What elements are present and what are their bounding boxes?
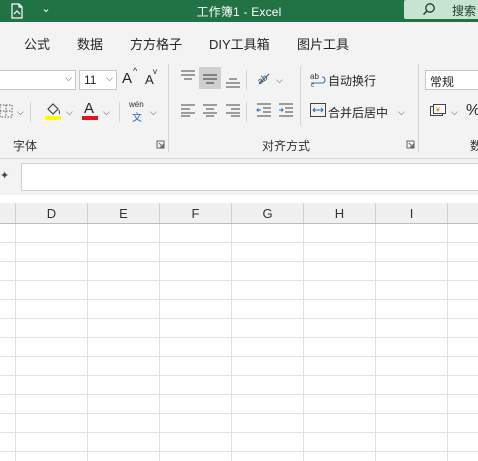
gridline bbox=[0, 337, 478, 338]
chevron-down-icon: ⌵ bbox=[106, 73, 113, 83]
title-bar: ⌄ 工作簿1 - Excel 搜索 bbox=[0, 0, 478, 22]
column-header-h[interactable]: H bbox=[304, 203, 376, 223]
chevron-down-icon[interactable]: ⌵ bbox=[103, 107, 110, 118]
search-label: 搜索 bbox=[452, 4, 477, 18]
insert-function-icon[interactable]: ✦ bbox=[0, 169, 10, 183]
gridline bbox=[0, 318, 478, 319]
align-middle-icon bbox=[203, 74, 217, 84]
align-left-icon[interactable] bbox=[180, 103, 196, 117]
chevron-down-icon[interactable]: ⌵ bbox=[276, 75, 283, 86]
column-header-c-partial[interactable] bbox=[0, 203, 16, 223]
font-size-value: 11 bbox=[84, 73, 97, 87]
accounting-format-icon[interactable]: ¥ bbox=[430, 104, 446, 118]
increase-caret-icon: ^ bbox=[133, 66, 138, 76]
phonetic-guide-icon[interactable]: 文 bbox=[132, 109, 142, 124]
number-format-value: 常规 bbox=[430, 75, 455, 89]
font-color-swatch bbox=[82, 116, 98, 120]
gridline bbox=[0, 356, 478, 357]
gridline bbox=[87, 224, 88, 461]
gridline bbox=[447, 224, 448, 461]
group-separator bbox=[168, 64, 169, 152]
chevron-down-icon[interactable]: ⌵ bbox=[398, 107, 405, 118]
formula-bar: ✦ bbox=[0, 159, 478, 195]
merge-center-icon[interactable] bbox=[310, 103, 326, 117]
number-group-label: 数 bbox=[470, 139, 478, 153]
align-center-icon[interactable] bbox=[202, 103, 218, 117]
chevron-down-icon[interactable]: ⌵ bbox=[66, 107, 73, 118]
tab-fangfang-gezi[interactable]: 方方格子 bbox=[130, 34, 182, 53]
wrap-text-icon[interactable]: ab c bbox=[310, 71, 326, 87]
dialog-launcher-icon[interactable] bbox=[406, 140, 415, 149]
gridline bbox=[0, 280, 478, 281]
alignment-group-label: 对齐方式 bbox=[262, 139, 311, 153]
divider bbox=[30, 102, 31, 122]
increase-indent-icon[interactable] bbox=[278, 103, 294, 117]
formula-input[interactable] bbox=[21, 163, 478, 191]
percent-style-button[interactable]: % bbox=[466, 102, 478, 120]
ribbon-tab-bar: 公式 数据 方方格子 DIY工具箱 图片工具 bbox=[0, 22, 478, 60]
gridline bbox=[231, 224, 232, 461]
gridline bbox=[0, 261, 478, 262]
gridline bbox=[0, 242, 478, 243]
tab-diy-toolbox[interactable]: DIY工具箱 bbox=[209, 34, 270, 53]
font-name-combo[interactable]: ⌵ bbox=[0, 70, 76, 90]
font-size-combo[interactable]: 11 ⌵ bbox=[79, 70, 117, 90]
divider bbox=[246, 70, 247, 90]
column-header-e[interactable]: E bbox=[88, 203, 160, 223]
divider bbox=[246, 102, 247, 122]
column-headers: D E F G H I bbox=[0, 203, 478, 224]
chevron-down-icon[interactable]: ⌵ bbox=[451, 107, 458, 118]
ribbon: ⌵ 11 ⌵ A ^ A v ⌵ ⌵ A ⌵ wén 文 ⌵ 字体 ab ⌵ a… bbox=[0, 60, 478, 159]
search-icon bbox=[423, 3, 435, 15]
align-top-icon[interactable] bbox=[180, 70, 196, 84]
search-box[interactable]: 搜索 bbox=[404, 0, 478, 19]
number-format-combo[interactable]: 常规 bbox=[425, 70, 478, 90]
gridline bbox=[15, 224, 16, 461]
align-bottom-icon[interactable] bbox=[225, 74, 241, 88]
gridline bbox=[303, 224, 304, 461]
column-header-j-partial[interactable] bbox=[448, 203, 478, 223]
column-header-f[interactable]: F bbox=[160, 203, 232, 223]
text-orientation-icon[interactable]: ab bbox=[255, 69, 273, 87]
gridline bbox=[0, 394, 478, 395]
gridline bbox=[375, 224, 376, 461]
group-separator bbox=[418, 64, 419, 152]
column-header-g[interactable]: G bbox=[232, 203, 304, 223]
font-group-label: 字体 bbox=[13, 139, 38, 153]
column-header-d[interactable]: D bbox=[16, 203, 88, 223]
gridline bbox=[0, 432, 478, 433]
borders-icon[interactable] bbox=[0, 104, 14, 118]
tab-picture-tools[interactable]: 图片工具 bbox=[297, 34, 349, 53]
divider bbox=[300, 66, 301, 126]
gridline bbox=[0, 299, 478, 300]
font-color-icon[interactable]: A bbox=[84, 100, 94, 117]
gridline bbox=[0, 413, 478, 414]
svg-text:c: c bbox=[311, 83, 314, 87]
spacer bbox=[0, 195, 478, 203]
align-right-icon[interactable] bbox=[225, 103, 241, 117]
fill-color-icon[interactable] bbox=[44, 101, 62, 121]
gridline bbox=[0, 451, 478, 452]
chevron-down-icon[interactable]: ⌵ bbox=[17, 107, 24, 118]
fill-color-swatch bbox=[45, 116, 61, 120]
decrease-indent-icon[interactable] bbox=[256, 103, 272, 117]
worksheet-grid[interactable] bbox=[0, 224, 478, 461]
merge-center-button[interactable]: 合并后居中 bbox=[328, 104, 388, 121]
svg-text:ab: ab bbox=[255, 72, 269, 86]
divider bbox=[119, 102, 120, 122]
svg-text:ab: ab bbox=[310, 72, 319, 81]
decrease-caret-icon: v bbox=[153, 67, 157, 76]
gridline bbox=[159, 224, 160, 461]
phonetic-guide-pinyin[interactable]: wén bbox=[129, 100, 144, 109]
chevron-down-icon[interactable]: ⌵ bbox=[150, 107, 157, 118]
column-header-i[interactable]: I bbox=[376, 203, 448, 223]
tab-data[interactable]: 数据 bbox=[77, 34, 103, 53]
dialog-launcher-icon[interactable] bbox=[156, 140, 165, 149]
gridline bbox=[0, 375, 478, 376]
increase-font-size-icon[interactable]: A bbox=[122, 70, 132, 87]
wrap-text-button[interactable]: 自动换行 bbox=[328, 72, 376, 89]
chevron-down-icon: ⌵ bbox=[65, 73, 72, 83]
svg-text:¥: ¥ bbox=[436, 107, 440, 114]
tab-formulas[interactable]: 公式 bbox=[24, 34, 50, 53]
